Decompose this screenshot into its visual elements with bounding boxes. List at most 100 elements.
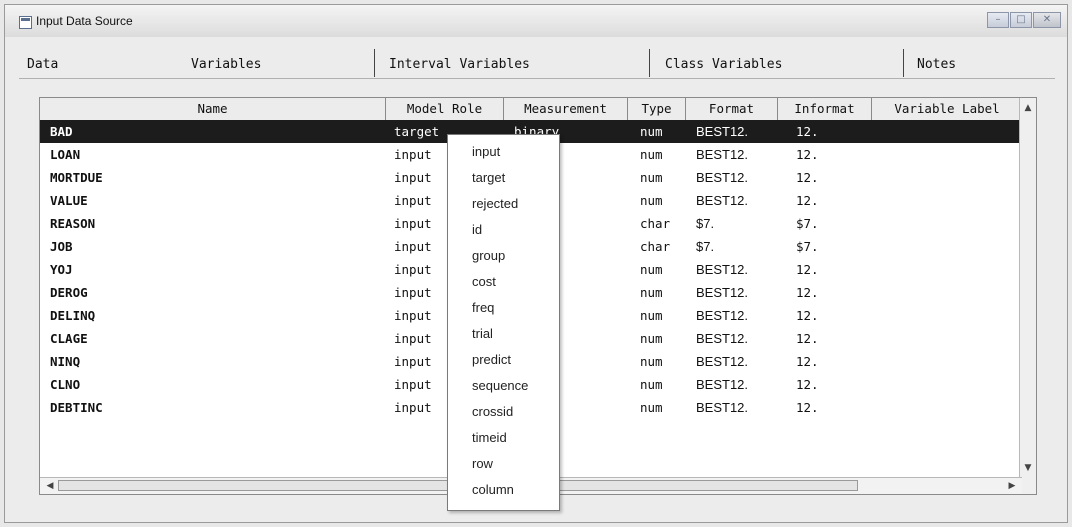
column-header-measurement[interactable]: Measurement xyxy=(504,98,628,120)
close-icon: ✕ xyxy=(1042,14,1052,25)
column-header-informat[interactable]: Informat xyxy=(778,98,872,120)
cell-model-role: input xyxy=(394,262,432,277)
menu-item-sequence[interactable]: sequence xyxy=(448,373,559,399)
cell-informat: 12. xyxy=(796,400,819,415)
menu-item-timeid[interactable]: timeid xyxy=(448,425,559,451)
menu-item-cost[interactable]: cost xyxy=(448,269,559,295)
cell-type: num xyxy=(640,400,663,415)
cell-type: num xyxy=(640,308,663,323)
window-controls: – □ ✕ xyxy=(986,12,1061,30)
cell-format: BEST12. xyxy=(696,193,749,208)
column-header-variable-label[interactable]: Variable Label xyxy=(872,98,1022,120)
cell-informat: 12. xyxy=(796,354,819,369)
tab-interval-variables[interactable]: Interval Variables xyxy=(389,57,530,72)
cell-format: $7. xyxy=(696,216,715,231)
cell-format: BEST12. xyxy=(696,354,749,369)
menu-item-rejected[interactable]: rejected xyxy=(448,191,559,217)
menu-item-group[interactable]: group xyxy=(448,243,559,269)
cell-format: $7. xyxy=(696,239,715,254)
cell-format: BEST12. xyxy=(696,147,749,162)
column-header-model-role[interactable]: Model Role xyxy=(386,98,504,120)
cell-name: MORTDUE xyxy=(50,170,103,185)
cell-format: BEST12. xyxy=(696,308,749,323)
cell-type: num xyxy=(640,377,663,392)
cell-type: num xyxy=(640,331,663,346)
menu-item-column[interactable]: column xyxy=(448,477,559,503)
cell-model-role: input xyxy=(394,285,432,300)
cell-name: DEBTINC xyxy=(50,400,103,415)
cell-model-role: input xyxy=(394,193,432,208)
maximize-button[interactable]: □ xyxy=(1010,12,1032,28)
model-role-context-menu: input target rejected id group cost freq trial p… xyxy=(447,134,560,511)
cell-type: num xyxy=(640,193,663,208)
cell-type: num xyxy=(640,147,663,162)
menu-item-target[interactable]: target xyxy=(448,165,559,191)
cell-model-role: input xyxy=(394,239,432,254)
column-header-type[interactable]: Type xyxy=(628,98,686,120)
cell-model-role: input xyxy=(394,147,432,162)
tab-variables[interactable]: Variables xyxy=(191,57,261,72)
column-header-format[interactable]: Format xyxy=(686,98,778,120)
menu-item-freq[interactable]: freq xyxy=(448,295,559,321)
cell-name: CLAGE xyxy=(50,331,88,346)
cell-format: BEST12. xyxy=(696,377,749,392)
cell-name: DEROG xyxy=(50,285,88,300)
tab-notes[interactable]: Notes xyxy=(917,57,956,72)
cell-type: num xyxy=(640,285,663,300)
menu-item-input[interactable]: input xyxy=(448,139,559,165)
close-button[interactable]: ✕ xyxy=(1033,12,1061,28)
cell-informat: 12. xyxy=(796,193,819,208)
window-app-icon xyxy=(19,16,32,29)
cell-model-role: target xyxy=(394,124,440,139)
cell-model-role: input xyxy=(394,331,432,346)
cell-type: char xyxy=(640,239,671,254)
cell-informat: 12. xyxy=(796,285,819,300)
cell-model-role: input xyxy=(394,308,432,323)
tab-data[interactable]: Data xyxy=(27,57,58,72)
cell-name: JOB xyxy=(50,239,73,254)
cell-informat: 12. xyxy=(796,147,819,162)
cell-name: VALUE xyxy=(50,193,88,208)
scroll-up-icon[interactable]: ▲ xyxy=(1020,100,1036,116)
menu-item-crossid[interactable]: crossid xyxy=(448,399,559,425)
cell-format: BEST12. xyxy=(696,262,749,277)
minimize-button[interactable]: – xyxy=(987,12,1009,28)
maximize-icon: □ xyxy=(1016,14,1026,25)
cell-type: num xyxy=(640,262,663,277)
cell-informat: 12. xyxy=(796,124,819,139)
scroll-down-icon[interactable]: ▼ xyxy=(1020,460,1036,476)
cell-informat: 12. xyxy=(796,331,819,346)
cell-name: REASON xyxy=(50,216,96,231)
tab-class-variables[interactable]: Class Variables xyxy=(665,57,782,72)
cell-informat: 12. xyxy=(796,262,819,277)
cell-name: LOAN xyxy=(50,147,81,162)
cell-informat: 12. xyxy=(796,377,819,392)
cell-model-role: input xyxy=(394,354,432,369)
vertical-scrollbar[interactable]: ▲ ▼ xyxy=(1019,98,1036,494)
cell-format: BEST12. xyxy=(696,331,749,346)
cell-type: char xyxy=(640,216,671,231)
minimize-icon: – xyxy=(995,14,1001,25)
column-header-name[interactable]: Name xyxy=(40,98,386,120)
cell-name: DELINQ xyxy=(50,308,96,323)
cell-informat: 12. xyxy=(796,170,819,185)
menu-item-id[interactable]: id xyxy=(448,217,559,243)
cell-format: BEST12. xyxy=(696,400,749,415)
tab-bar: Data Variables Interval Variables Class … xyxy=(19,45,1055,79)
cell-name: YOJ xyxy=(50,262,73,277)
cell-name: BAD xyxy=(50,124,73,139)
cell-informat: 12. xyxy=(796,308,819,323)
cell-type: num xyxy=(640,124,663,139)
menu-item-row[interactable]: row xyxy=(448,451,559,477)
scroll-right-icon[interactable]: ▶ xyxy=(1004,478,1020,494)
scroll-left-icon[interactable]: ◀ xyxy=(42,478,58,494)
cell-name: CLNO xyxy=(50,377,81,392)
cell-model-role: input xyxy=(394,400,432,415)
cell-format: BEST12. xyxy=(696,170,749,185)
menu-item-trial[interactable]: trial xyxy=(448,321,559,347)
window-title: Input Data Source xyxy=(36,14,133,28)
tab-separator xyxy=(903,49,904,77)
menu-item-predict[interactable]: predict xyxy=(448,347,559,373)
title-bar: Input Data Source – □ ✕ xyxy=(5,5,1067,37)
tab-separator xyxy=(374,49,375,77)
